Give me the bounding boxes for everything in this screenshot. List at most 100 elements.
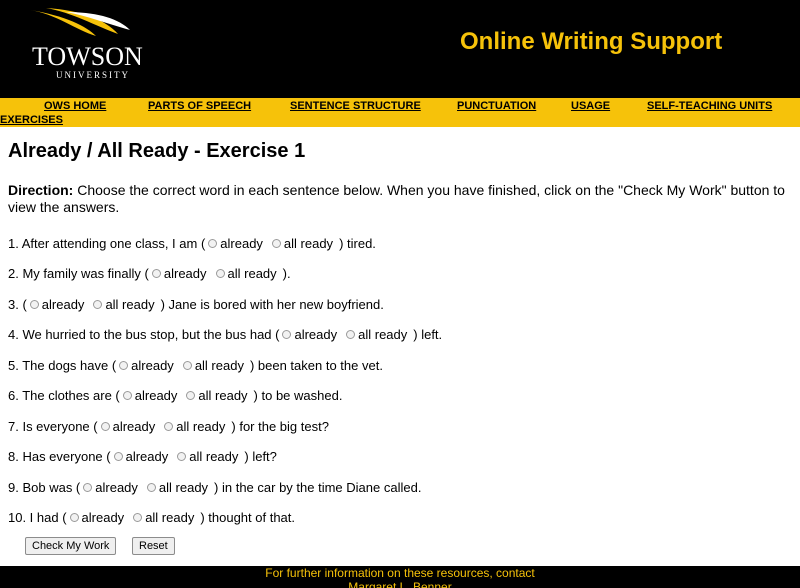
option-all-ready[interactable]: all ready: [174, 449, 238, 464]
option-already[interactable]: already: [149, 266, 207, 281]
nav-punctuation[interactable]: PUNCTUATION: [457, 100, 536, 112]
question-text-end: ) thought of that.: [200, 510, 296, 525]
radio-button[interactable]: [186, 391, 196, 400]
option-label: already: [294, 327, 338, 342]
radio-button[interactable]: [151, 269, 161, 278]
option-label: already: [220, 236, 263, 251]
option-label: already: [134, 388, 178, 403]
option-label: already: [81, 510, 125, 525]
question-row: 2. My family was finally (already all rea…: [8, 266, 291, 281]
radio-button[interactable]: [69, 513, 79, 522]
question-row: 3. (already all ready) Jane is bored with…: [8, 297, 384, 312]
page-title: Already / All Ready - Exercise 1: [8, 140, 306, 162]
nav-sentence-structure[interactable]: SENTENCE STRUCTURE: [290, 100, 421, 112]
option-label: already: [95, 480, 138, 495]
option-all-ready[interactable]: all ready: [180, 358, 244, 373]
question-text-end: ) for the big test?: [231, 419, 329, 434]
radio-button[interactable]: [119, 361, 129, 370]
question-text-end: ).: [282, 266, 291, 281]
radio-button[interactable]: [29, 300, 39, 309]
option-already[interactable]: already: [120, 388, 178, 403]
question-text: 6. The clothes are (: [8, 388, 120, 403]
option-label: all ready: [105, 297, 155, 312]
question-text: 1. After attending one class, I am (: [8, 236, 206, 251]
radio-button[interactable]: [93, 300, 103, 309]
question-text: 4. We hurried to the bus stop, but the b…: [8, 327, 280, 342]
question-text-end: ) in the car by the time Diane called.: [214, 480, 422, 495]
towson-logo[interactable]: TOWSON UNIVERSITY: [18, 6, 148, 92]
radio-button[interactable]: [271, 239, 281, 248]
option-all-ready[interactable]: all ready: [144, 480, 208, 495]
question-text-end: ) been taken to the vet.: [249, 358, 383, 373]
question-row: 6. The clothes are ( already all ready ) to…: [8, 388, 342, 403]
radio-button[interactable]: [83, 483, 93, 492]
radio-button[interactable]: [346, 330, 356, 339]
option-all-ready[interactable]: all ready: [183, 388, 248, 403]
option-label: all ready: [176, 419, 226, 434]
question-row: 7. Is everyone ( already all ready ) for th…: [8, 419, 329, 434]
question-text: 8. Has everyone (: [8, 449, 111, 464]
question-text: 2. My family was finally (: [8, 266, 149, 281]
option-label: already: [41, 297, 85, 312]
question-text-end: ) left?: [244, 449, 277, 464]
radio-button[interactable]: [208, 239, 218, 248]
nav-usage[interactable]: USAGE: [571, 100, 610, 112]
question-row: 5. The dogs have (already all ready) been…: [8, 358, 383, 373]
check-my-work-button[interactable]: Check My Work: [25, 537, 117, 555]
radio-button[interactable]: [215, 269, 225, 278]
option-all-ready[interactable]: all ready: [130, 510, 194, 525]
question-row: 9. Bob was ( already all ready ) in the car…: [8, 480, 421, 495]
option-already[interactable]: already: [27, 297, 85, 312]
question-row: 1. After attending one class, I am ( alre…: [8, 236, 376, 251]
site-title: Online Writing Support: [460, 28, 723, 55]
footer-contact-name[interactable]: Margaret L. Benner: [0, 580, 800, 588]
radio-button[interactable]: [282, 330, 292, 339]
question-text: 10. I had (: [8, 510, 67, 525]
radio-button[interactable]: [177, 452, 187, 461]
radio-button[interactable]: [113, 452, 123, 461]
question-text-end: ) left.: [413, 327, 443, 342]
option-already[interactable]: already: [67, 510, 125, 525]
nav-exercises[interactable]: EXERCISES: [0, 114, 63, 126]
option-already[interactable]: already: [111, 449, 169, 464]
option-already[interactable]: already: [279, 327, 337, 342]
nav-ows-home[interactable]: OWS HOME: [44, 100, 106, 112]
option-label: all ready: [189, 449, 239, 464]
option-already[interactable]: already: [80, 480, 138, 495]
option-label: all ready: [358, 327, 408, 342]
question-text-end: ) to be washed.: [253, 388, 343, 403]
main-nav: OWS HOME PARTS OF SPEECH SENTENCE STRUCT…: [0, 98, 800, 127]
logo-subtitle: UNIVERSITY: [56, 70, 130, 80]
radio-button[interactable]: [182, 361, 192, 370]
nav-parts-of-speech[interactable]: PARTS OF SPEECH: [148, 100, 251, 112]
reset-button[interactable]: Reset: [132, 537, 175, 555]
site-header: TOWSON UNIVERSITY Online Writing Support: [0, 0, 800, 98]
option-already[interactable]: already: [205, 236, 263, 251]
direction-text: Direction: Choose the correct word in ea…: [8, 182, 794, 216]
option-label: already: [131, 358, 174, 373]
option-all-ready[interactable]: all ready: [90, 297, 155, 312]
option-already[interactable]: already: [116, 358, 174, 373]
question-text: 9. Bob was (: [8, 480, 81, 495]
radio-button[interactable]: [164, 422, 174, 431]
radio-button[interactable]: [133, 513, 143, 522]
option-label: all ready: [283, 236, 334, 251]
radio-button[interactable]: [100, 422, 110, 431]
radio-button[interactable]: [146, 483, 156, 492]
footer-contact-text: For further information on these resourc…: [265, 566, 535, 580]
option-label: already: [112, 419, 156, 434]
option-all-ready[interactable]: all ready: [269, 236, 333, 251]
option-all-ready[interactable]: all ready: [343, 327, 407, 342]
option-label: all ready: [194, 358, 244, 373]
option-all-ready[interactable]: all ready: [213, 266, 277, 281]
radio-button[interactable]: [122, 391, 132, 400]
option-label: all ready: [198, 388, 248, 403]
question-text: 7. Is everyone (: [8, 419, 98, 434]
nav-self-teaching-units[interactable]: SELF-TEACHING UNITS: [647, 100, 772, 112]
option-already[interactable]: already: [98, 419, 156, 434]
option-all-ready[interactable]: all ready: [161, 419, 225, 434]
option-label: already: [125, 449, 169, 464]
question-text: 3. (: [8, 297, 27, 312]
option-label: all ready: [145, 510, 195, 525]
option-label: all ready: [227, 266, 277, 281]
